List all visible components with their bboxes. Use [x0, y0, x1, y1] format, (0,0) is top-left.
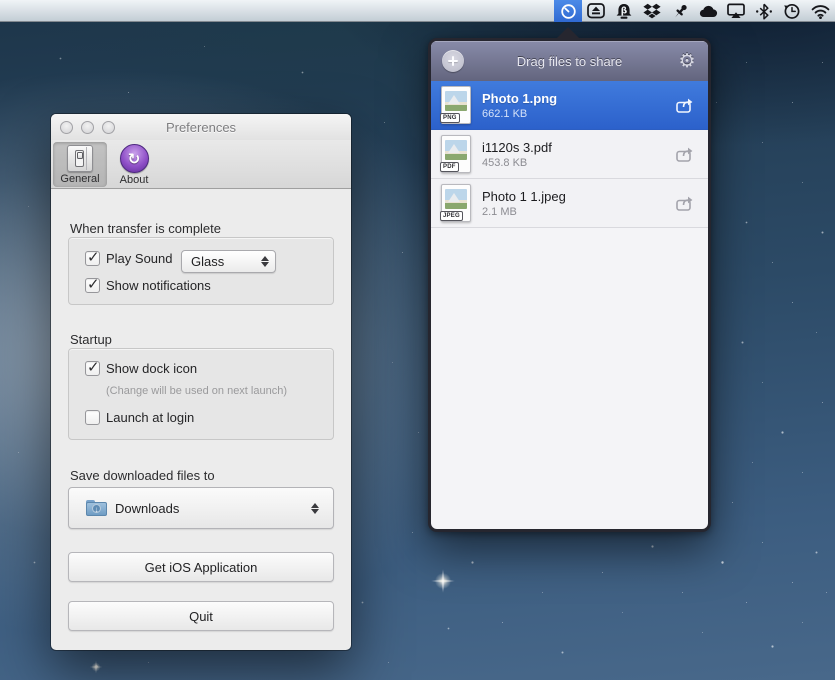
- sound-select-value: Glass: [191, 254, 257, 269]
- section-label-save-to: Save downloaded files to: [70, 468, 215, 483]
- launch-at-login-checkbox[interactable]: [85, 410, 100, 425]
- file-name: i1120s 3.pdf: [482, 139, 672, 156]
- file-type-icon-png: PNG: [439, 85, 473, 125]
- startup-group-box: Show dock icon (Change will be used on n…: [68, 348, 334, 440]
- time-machine-icon[interactable]: [778, 0, 806, 22]
- section-label-transfer: When transfer is complete: [70, 221, 221, 236]
- dock-change-hint: (Change will be used on next launch): [106, 385, 287, 397]
- window-title: Preferences: [51, 120, 351, 135]
- tab-label: About: [120, 174, 149, 186]
- play-sound-checkbox[interactable]: [85, 251, 100, 266]
- tab-general[interactable]: General: [53, 142, 107, 187]
- preferences-toolbar: General ↻ About: [51, 140, 351, 189]
- bluetooth-icon[interactable]: [750, 0, 778, 22]
- share-icon[interactable]: [672, 94, 698, 116]
- pushpin-icon[interactable]: [666, 0, 694, 22]
- title-bar[interactable]: Preferences: [51, 114, 351, 140]
- show-notifications-label: Show notifications: [106, 278, 211, 293]
- preferences-window: Preferences General ↻ About When transfe…: [51, 114, 351, 650]
- share-icon[interactable]: [672, 192, 698, 214]
- transfer-group-box: Play Sound Glass Show notifications: [68, 237, 334, 305]
- status-icon-strip: β: [554, 0, 834, 22]
- launch-at-login-label: Launch at login: [106, 410, 194, 425]
- quit-button[interactable]: Quit: [68, 601, 334, 631]
- popover-header: Drag files to share ⚙: [431, 41, 708, 81]
- cloud-icon[interactable]: [694, 0, 722, 22]
- file-name: Photo 1.png: [482, 90, 672, 107]
- file-size: 662.1 KB: [482, 107, 672, 121]
- get-ios-app-button[interactable]: Get iOS Application: [68, 552, 334, 582]
- downloads-folder-icon: ↓: [86, 500, 107, 516]
- file-type-icon-jpeg: JPEG: [439, 183, 473, 223]
- transfer-app-clock-icon[interactable]: [554, 0, 582, 22]
- eject-icon[interactable]: [582, 0, 610, 22]
- airplay-icon[interactable]: [722, 0, 750, 22]
- dropbox-icon[interactable]: [638, 0, 666, 22]
- beta-notifier-icon[interactable]: β: [610, 0, 638, 22]
- show-notifications-checkbox[interactable]: [85, 278, 100, 293]
- file-row[interactable]: PNG Photo 1.png 662.1 KB: [431, 81, 708, 130]
- download-folder-select[interactable]: ↓ Downloads: [68, 487, 334, 529]
- share-icon[interactable]: [672, 143, 698, 165]
- sound-select[interactable]: Glass: [181, 250, 276, 273]
- file-type-icon-pdf: PDF: [439, 134, 473, 174]
- bright-star: [88, 659, 105, 676]
- plus-icon[interactable]: [442, 50, 464, 72]
- file-size: 2.1 MB: [482, 205, 672, 219]
- tab-about[interactable]: ↻ About: [107, 142, 161, 187]
- bright-star: [428, 566, 458, 596]
- tab-label: General: [60, 173, 99, 185]
- download-folder-value: Downloads: [115, 501, 307, 516]
- file-list: PNG Photo 1.png 662.1 KB PDF: [431, 81, 708, 529]
- wifi-icon[interactable]: [806, 0, 834, 22]
- stepper-arrows-icon: [257, 256, 273, 267]
- svg-text:β: β: [621, 6, 628, 16]
- share-popover: Drag files to share ⚙ PNG Photo 1.png 66…: [428, 38, 711, 532]
- show-dock-icon-checkbox[interactable]: [85, 361, 100, 376]
- gear-icon[interactable]: ⚙: [675, 49, 699, 73]
- menu-bar: β: [0, 0, 835, 22]
- stepper-arrows-icon: [307, 503, 323, 514]
- file-row[interactable]: PDF i1120s 3.pdf 453.8 KB: [431, 130, 708, 179]
- file-row[interactable]: JPEG Photo 1 1.jpeg 2.1 MB: [431, 179, 708, 228]
- play-sound-label: Play Sound: [106, 251, 173, 266]
- general-switch-icon: [67, 145, 93, 172]
- section-label-startup: Startup: [70, 332, 112, 347]
- about-sphere-icon: ↻: [120, 144, 149, 173]
- show-dock-icon-label: Show dock icon: [106, 361, 197, 376]
- file-name: Photo 1 1.jpeg: [482, 188, 672, 205]
- file-size: 453.8 KB: [482, 156, 672, 170]
- popover-arrow: [556, 27, 580, 39]
- preferences-content: When transfer is complete Play Sound Gla…: [51, 189, 351, 650]
- popover-title: Drag files to share: [517, 54, 623, 69]
